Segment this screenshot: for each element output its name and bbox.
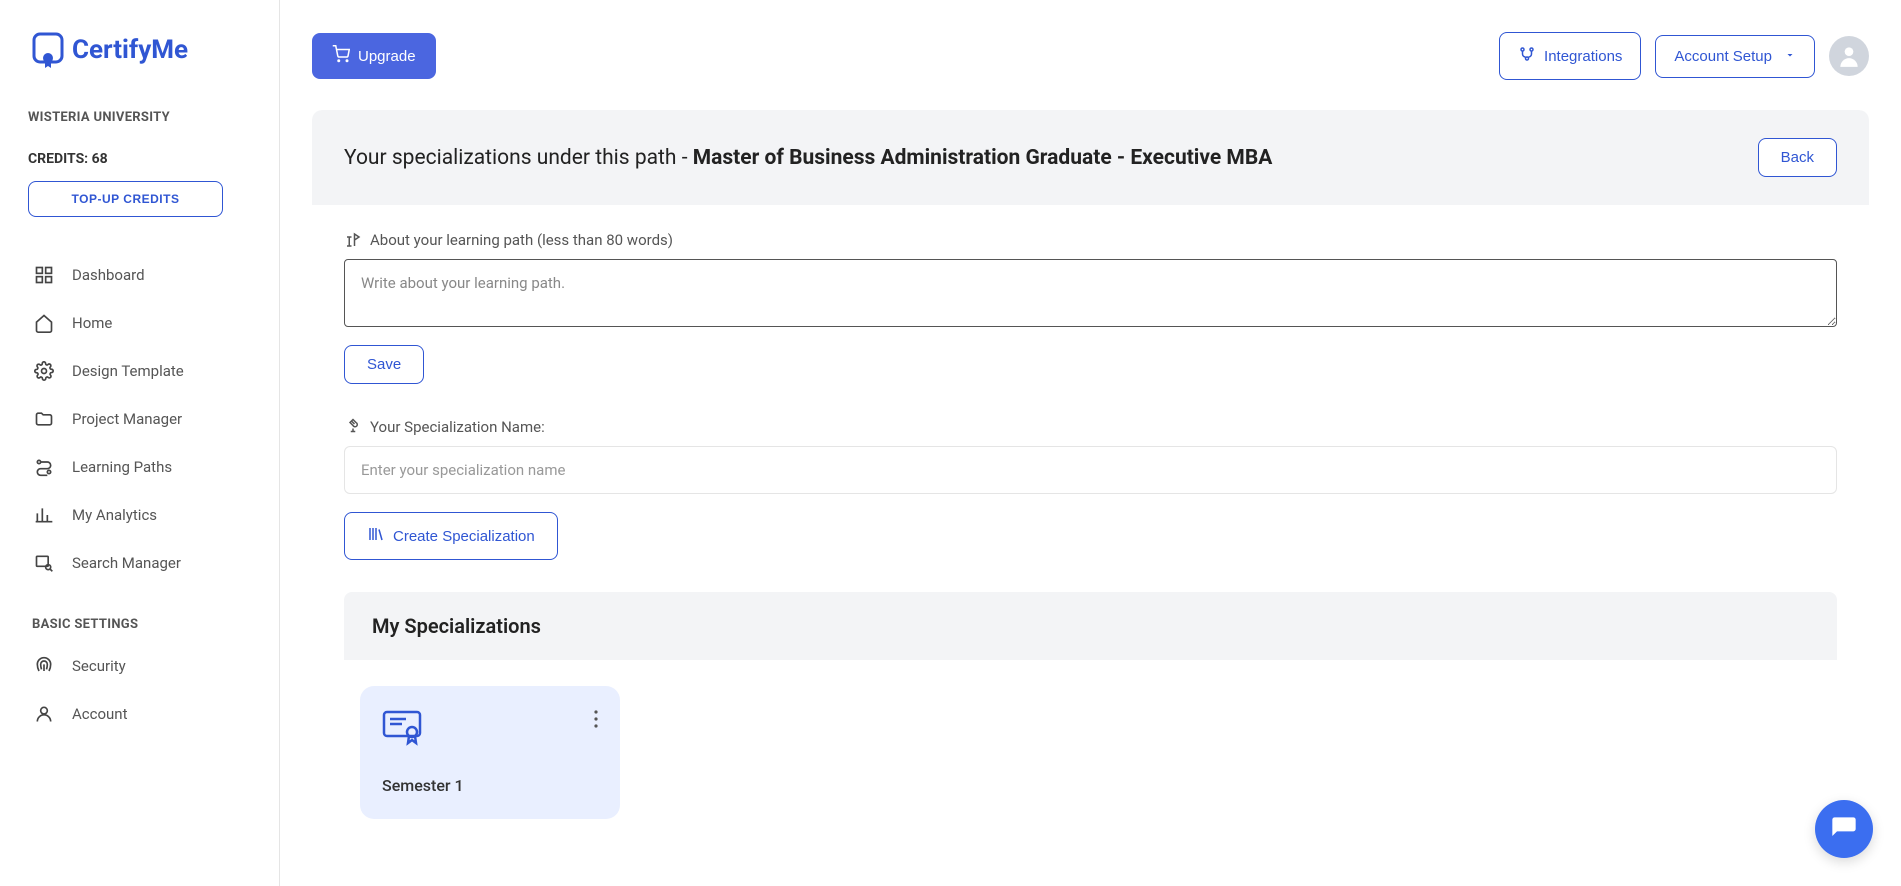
org-name: WISTERIA UNIVERSITY	[28, 110, 259, 125]
basic-settings-title: BASIC SETTINGS	[32, 617, 259, 632]
topup-credits-button[interactable]: TOP-UP CREDITS	[28, 181, 223, 217]
panel-title-bold: Master of Business Administration Gradua…	[693, 146, 1273, 170]
nav-label: Home	[72, 314, 112, 332]
avatar[interactable]	[1829, 36, 1869, 76]
nav-label: Search Manager	[72, 554, 181, 572]
about-textarea[interactable]	[344, 259, 1837, 327]
card-title: Semester 1	[382, 776, 598, 795]
nav-design-template[interactable]: Design Template	[28, 347, 259, 395]
integrations-button[interactable]: Integrations	[1499, 32, 1641, 80]
spec-name-label: Your Specialization Name:	[344, 418, 1837, 436]
cart-icon	[332, 45, 350, 67]
brand-logo[interactable]: CertifyMe	[28, 30, 259, 70]
my-specs-title: My Specializations	[344, 592, 1837, 660]
main-nav: Dashboard Home Design Template Project M…	[28, 251, 259, 587]
nav-label: Security	[72, 657, 126, 675]
nav-label: My Analytics	[72, 506, 157, 524]
panel-header: Your specializations under this path - M…	[312, 110, 1869, 205]
credits-label: CREDITS: 68	[28, 151, 259, 167]
brand-icon	[28, 30, 68, 70]
integrations-icon	[1518, 45, 1536, 67]
nav-search-manager[interactable]: Search Manager	[28, 539, 259, 587]
create-spec-label: Create Specialization	[393, 528, 535, 545]
sidebar: CertifyMe WISTERIA UNIVERSITY CREDITS: 6…	[0, 0, 280, 886]
topbar: Upgrade Integrations Account Setup	[280, 0, 1901, 90]
about-icon	[344, 231, 362, 249]
nav-my-analytics[interactable]: My Analytics	[28, 491, 259, 539]
save-button[interactable]: Save	[344, 345, 424, 384]
specialization-card[interactable]: Semester 1	[360, 686, 620, 819]
nav-account[interactable]: Account	[28, 690, 259, 738]
specializations-panel: Your specializations under this path - M…	[312, 110, 1869, 871]
spec-name-label-text: Your Specialization Name:	[370, 418, 545, 436]
account-setup-label: Account Setup	[1674, 48, 1772, 65]
nav-label: Design Template	[72, 362, 184, 380]
home-icon	[34, 313, 54, 333]
panel-title-prefix: Your specializations under this path -	[344, 146, 693, 170]
nav-label: Learning Paths	[72, 458, 172, 476]
folder-icon	[34, 409, 54, 429]
design-icon	[34, 361, 54, 381]
my-specializations-panel: My Specializations	[344, 592, 1837, 845]
search-manager-icon	[34, 553, 54, 573]
about-label: About your learning path (less than 80 w…	[344, 231, 1837, 249]
nav-label: Dashboard	[72, 266, 145, 284]
path-icon	[34, 457, 54, 477]
nav-project-manager[interactable]: Project Manager	[28, 395, 259, 443]
fingerprint-icon	[34, 656, 54, 676]
nav-dashboard[interactable]: Dashboard	[28, 251, 259, 299]
upgrade-label: Upgrade	[358, 48, 416, 65]
nav-security[interactable]: Security	[28, 642, 259, 690]
nav-label: Project Manager	[72, 410, 182, 428]
user-icon	[34, 704, 54, 724]
certificate-icon	[382, 710, 422, 750]
nav-home[interactable]: Home	[28, 299, 259, 347]
chevron-down-icon	[1784, 48, 1796, 65]
dashboard-icon	[34, 265, 54, 285]
analytics-icon	[34, 505, 54, 525]
spec-name-input[interactable]	[344, 446, 1837, 494]
integrations-label: Integrations	[1544, 48, 1622, 65]
basic-nav: Security Account	[28, 642, 259, 738]
account-setup-button[interactable]: Account Setup	[1655, 35, 1815, 78]
card-menu-button[interactable]	[594, 710, 598, 728]
upgrade-button[interactable]: Upgrade	[312, 33, 436, 79]
nav-learning-paths[interactable]: Learning Paths	[28, 443, 259, 491]
nav-label: Account	[72, 705, 128, 723]
chat-fab[interactable]	[1815, 800, 1873, 858]
panel-title: Your specializations under this path - M…	[344, 146, 1272, 170]
create-specialization-button[interactable]: Create Specialization	[344, 512, 558, 560]
about-label-text: About your learning path (less than 80 w…	[370, 231, 673, 249]
back-button[interactable]: Back	[1758, 138, 1837, 177]
brand-name: CertifyMe	[72, 35, 188, 65]
microscope-icon	[344, 418, 362, 436]
books-icon	[367, 525, 385, 547]
